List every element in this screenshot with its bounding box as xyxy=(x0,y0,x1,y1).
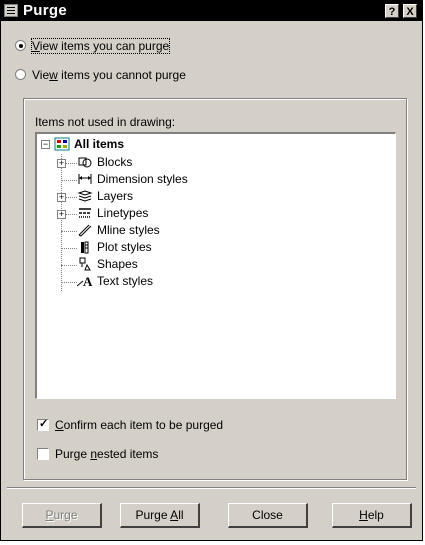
shapes-icon xyxy=(79,257,91,271)
question-mark-icon: ? xyxy=(388,6,396,18)
confirm-checkbox-label: Confirm each item to be purged xyxy=(55,418,224,432)
tree-connector xyxy=(61,180,77,181)
separator xyxy=(7,487,416,489)
blocks-icon xyxy=(78,157,92,168)
nested-checkbox[interactable] xyxy=(37,448,49,460)
tree-item-label: Plot styles xyxy=(97,240,152,254)
nested-checkbox-label: Purge nested items xyxy=(55,447,159,461)
radio-label-cannot-purge: View items you cannot purge xyxy=(32,68,186,82)
help-title-button[interactable]: ? xyxy=(385,4,399,18)
tree-item-label: Shapes xyxy=(97,257,138,271)
tree-item-label: Linetypes xyxy=(97,206,149,220)
tree-item-label: Mline styles xyxy=(97,223,160,237)
tree-connector xyxy=(61,248,77,249)
close-icon: X xyxy=(406,6,414,18)
plot-styles-icon xyxy=(81,241,89,254)
items-tree-view[interactable]: − All items + Blocks Dimension styles + … xyxy=(35,132,396,399)
radio-label-can-purge: View items you can purge xyxy=(30,38,171,54)
radio-button[interactable] xyxy=(15,40,26,51)
tree-item-label: Text styles xyxy=(97,274,154,288)
dimension-styles-icon xyxy=(78,174,92,184)
tree-item-label: Dimension styles xyxy=(97,172,188,186)
checkmark-icon: ✓ xyxy=(39,418,49,430)
collapse-toggle-all-items[interactable]: − xyxy=(41,140,50,149)
dialog-title: Purge xyxy=(23,2,68,19)
purge-dialog: Purge ? X View items you can purge View … xyxy=(0,0,423,541)
purge-all-button[interactable]: Purge All xyxy=(120,503,200,528)
tree-item-label: Layers xyxy=(97,189,134,203)
expand-toggle-linetypes[interactable]: + xyxy=(57,210,66,219)
purge-button[interactable]: Purge xyxy=(22,503,102,528)
title-bar[interactable]: Purge ? X xyxy=(1,1,422,21)
tree-item-label: Blocks xyxy=(97,155,133,169)
tree-connector xyxy=(61,265,77,266)
tree-connector xyxy=(61,154,62,291)
group-label: Items not used in drawing: xyxy=(35,115,176,129)
confirm-checkbox[interactable]: ✓ xyxy=(37,418,49,431)
all-items-icon xyxy=(54,137,70,151)
text-styles-icon: A xyxy=(77,274,93,288)
linetypes-icon xyxy=(79,208,91,218)
radio-selected-dot xyxy=(19,44,23,48)
svg-text:A: A xyxy=(83,274,93,288)
dialog-icon xyxy=(4,4,18,17)
close-title-button[interactable]: X xyxy=(403,4,417,18)
help-button[interactable]: Help xyxy=(332,503,412,528)
radio-button[interactable] xyxy=(15,69,26,80)
mline-styles-icon xyxy=(78,224,92,237)
tree-connector xyxy=(61,231,77,232)
tree-connector xyxy=(61,282,77,283)
layers-icon xyxy=(77,190,93,202)
close-button[interactable]: Close xyxy=(228,503,308,528)
expand-toggle-layers[interactable]: + xyxy=(57,193,66,202)
expand-toggle-blocks[interactable]: + xyxy=(57,159,66,168)
tree-root-label: All items xyxy=(74,137,125,151)
